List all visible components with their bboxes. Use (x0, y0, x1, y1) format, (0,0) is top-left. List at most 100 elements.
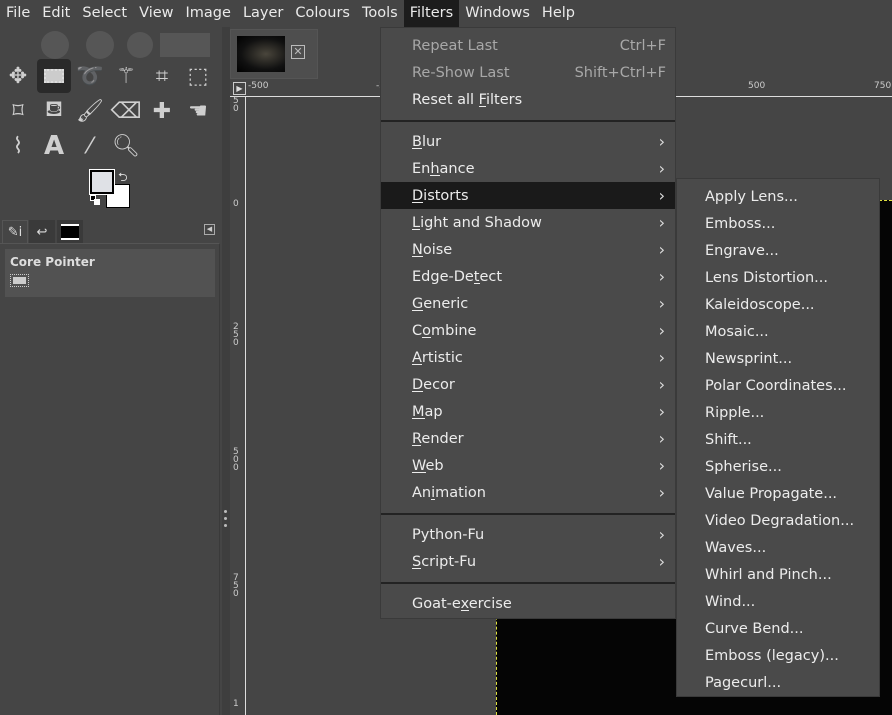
submenu-item-emboss[interactable]: Emboss... (677, 210, 879, 237)
submenu-arrow-icon: › (658, 321, 665, 340)
paintbrush-tool-icon[interactable]: 🖌 (73, 94, 107, 128)
ruler-label: 5 0 (233, 96, 239, 114)
menu-windows[interactable]: Windows (459, 0, 536, 27)
dock-menu-icon[interactable]: ◀ (204, 224, 215, 235)
menu-select[interactable]: Select (76, 0, 133, 27)
menu-help[interactable]: Help (536, 0, 581, 27)
shortcut-label: Shift+Ctrl+F (574, 65, 666, 81)
divider-grip[interactable] (224, 510, 227, 513)
submenu-item-curve-bend[interactable]: Curve Bend... (677, 615, 879, 642)
3d-transform-tool-icon[interactable]: ⬚ (181, 59, 215, 93)
heal-tool-icon[interactable]: ✚ (145, 94, 179, 128)
submenu-arrow-icon: › (658, 213, 665, 232)
menu-item-enhance[interactable]: Enhance › (381, 155, 675, 182)
filters-menu: Repeat Last Ctrl+F Re-Show Last Shift+Ctrl+… (380, 27, 676, 619)
menu-separator (381, 113, 675, 128)
menu-tools[interactable]: Tools (356, 0, 404, 27)
fuzzy-select-tool-icon[interactable]: ⚚ (109, 59, 143, 93)
eraser-tool-icon[interactable]: ⌫ (109, 94, 143, 128)
menu-item-web[interactable]: Web › (381, 452, 675, 479)
tab-undo-history[interactable]: ↩ (29, 220, 55, 244)
menu-colours[interactable]: Colours (289, 0, 356, 27)
swap-colors-icon[interactable]: ⮌ (118, 168, 128, 189)
images-icon (61, 224, 79, 240)
submenu-item-video-degradation[interactable]: Video Degradation... (677, 507, 879, 534)
menu-item-label: Distorts (412, 188, 469, 204)
menu-item-blur[interactable]: Blur › (381, 128, 675, 155)
menu-item-animation[interactable]: Animation › (381, 479, 675, 506)
submenu-arrow-icon: › (658, 429, 665, 448)
paths-tool-icon[interactable]: ⌇ (1, 129, 35, 163)
submenu-arrow-icon: › (658, 294, 665, 313)
menu-item-repeat-last: Repeat Last Ctrl+F (381, 32, 675, 59)
submenu-item-kaleidoscope[interactable]: Kaleidoscope... (677, 291, 879, 318)
crop-tool-icon[interactable]: ⌗ (145, 59, 179, 93)
divider-grip[interactable] (224, 524, 227, 527)
menu-item-reset-all-filters[interactable]: Reset all Filters (381, 86, 675, 113)
menu-item-generic[interactable]: Generic › (381, 290, 675, 317)
submenu-arrow-icon: › (658, 348, 665, 367)
menu-layer[interactable]: Layer (237, 0, 289, 27)
menu-edit[interactable]: Edit (36, 0, 76, 27)
menu-item-combine[interactable]: Combine › (381, 317, 675, 344)
submenu-item-wind[interactable]: Wind... (677, 588, 879, 615)
core-pointer-group: Core Pointer (5, 249, 215, 297)
color-picker-tool-icon[interactable]: ⁄ (73, 129, 107, 163)
tab-images[interactable] (57, 220, 83, 244)
submenu-item-emboss-legacy[interactable]: Emboss (legacy)... (677, 642, 879, 669)
menu-item-noise[interactable]: Noise › (381, 236, 675, 263)
close-box-icon[interactable]: ✕ (291, 45, 305, 59)
submenu-item-spherise[interactable]: Spherise... (677, 453, 879, 480)
menu-item-label: Enhance (412, 161, 475, 177)
panel-divider[interactable] (222, 27, 230, 715)
menu-item-script-fu[interactable]: Script-Fu › (381, 548, 675, 575)
submenu-arrow-icon: › (658, 375, 665, 394)
submenu-item-newsprint[interactable]: Newsprint... (677, 345, 879, 372)
ruler-label: 1 (233, 699, 239, 709)
submenu-arrow-icon: › (658, 456, 665, 475)
divider-grip[interactable] (224, 517, 227, 520)
text-tool-icon[interactable]: A (37, 129, 71, 163)
move-tool-icon[interactable]: ✥ (1, 59, 35, 93)
menu-image[interactable]: Image (180, 0, 237, 27)
menu-view[interactable]: View (133, 0, 179, 27)
rect-select-tool-icon[interactable] (37, 59, 71, 93)
lasso-tool-icon[interactable]: ➰ (73, 59, 107, 93)
submenu-item-lens-distortion[interactable]: Lens Distortion... (677, 264, 879, 291)
default-colors-icon[interactable] (90, 195, 100, 205)
menu-item-light-and-shadow[interactable]: Light and Shadow › (381, 209, 675, 236)
menu-item-render[interactable]: Render › (381, 425, 675, 452)
image-tab[interactable]: ✕ (230, 29, 318, 79)
submenu-item-waves[interactable]: Waves... (677, 534, 879, 561)
submenu-item-whirl-and-pinch[interactable]: Whirl and Pinch... (677, 561, 879, 588)
vertical-ruler: 5 0 0 2 5 0 5 0 0 7 5 0 1 (230, 97, 246, 715)
bucket-fill-tool-icon[interactable]: ⛾ (37, 94, 71, 128)
submenu-item-ripple[interactable]: Ripple... (677, 399, 879, 426)
quick-mask-icon[interactable]: ▶ (233, 82, 246, 95)
cage-transform-tool-icon[interactable]: ⌑ (1, 94, 35, 128)
menu-item-re-show-last: Re-Show Last Shift+Ctrl+F (381, 59, 675, 86)
submenu-item-value-propagate[interactable]: Value Propagate... (677, 480, 879, 507)
menu-item-artistic[interactable]: Artistic › (381, 344, 675, 371)
submenu-item-mosaic[interactable]: Mosaic... (677, 318, 879, 345)
submenu-item-pagecurl[interactable]: Pagecurl... (677, 669, 879, 696)
menu-item-edge-detect[interactable]: Edge-Detect › (381, 263, 675, 290)
menu-file[interactable]: File (0, 0, 36, 27)
ruler-label: 7 5 0 (233, 573, 239, 599)
submenu-item-apply-lens[interactable]: Apply Lens... (677, 183, 879, 210)
ruler-label: 500 (748, 81, 766, 91)
menu-item-goat-exercise[interactable]: Goat-exercise (381, 590, 675, 617)
menu-filters[interactable]: Filters (403, 0, 460, 27)
submenu-item-engrave[interactable]: Engrave... (677, 237, 879, 264)
submenu-arrow-icon: › (658, 552, 665, 571)
menu-item-map[interactable]: Map › (381, 398, 675, 425)
menu-item-python-fu[interactable]: Python-Fu › (381, 521, 675, 548)
foreground-color-swatch[interactable] (89, 169, 115, 195)
submenu-item-polar-coordinates[interactable]: Polar Coordinates... (677, 372, 879, 399)
zoom-tool-icon[interactable]: 🔍︎ (109, 129, 143, 163)
menu-item-distorts[interactable]: Distorts › (381, 182, 675, 209)
tab-tool-options[interactable]: ✎ⅰ (2, 220, 28, 244)
submenu-item-shift[interactable]: Shift... (677, 426, 879, 453)
menu-item-decor[interactable]: Decor › (381, 371, 675, 398)
smudge-tool-icon[interactable]: ☚ (181, 94, 215, 128)
